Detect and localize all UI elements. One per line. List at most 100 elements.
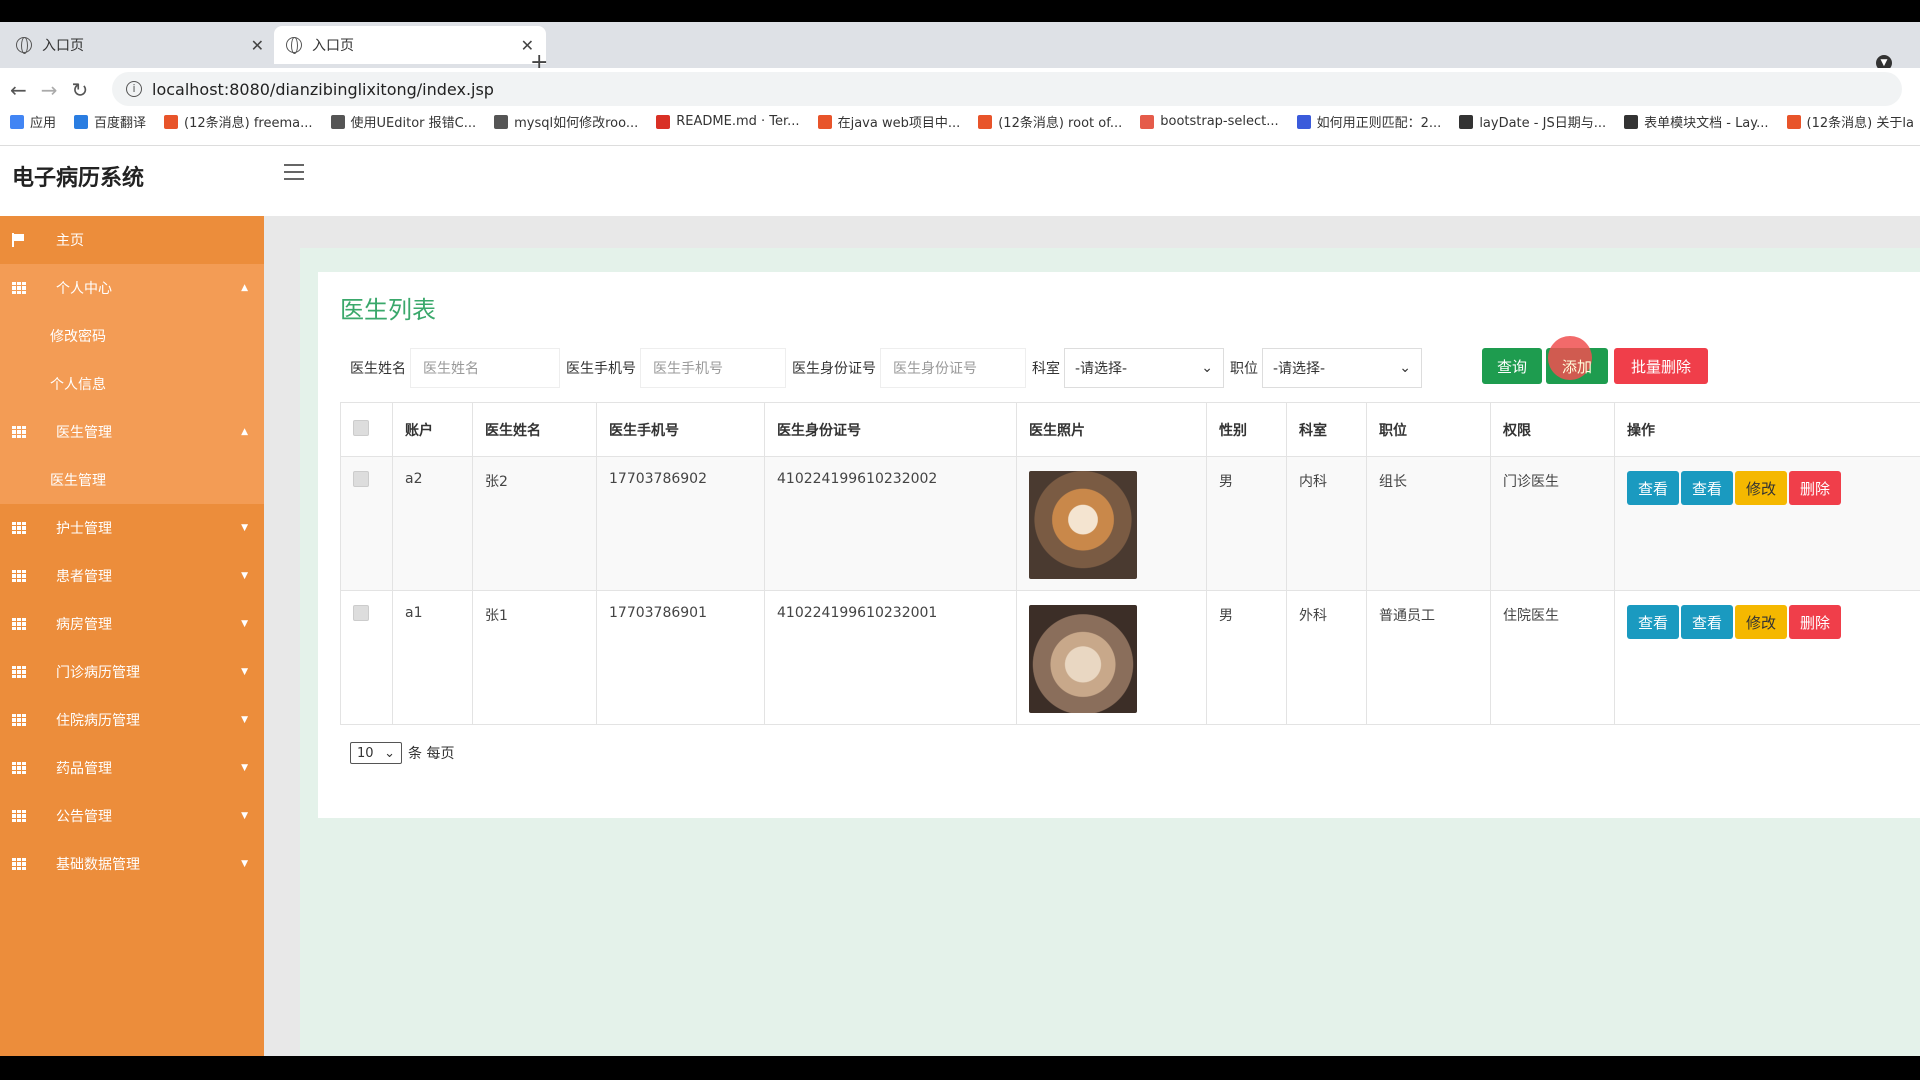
select-all-checkbox[interactable] xyxy=(353,419,369,436)
col-idcard: 医生身份证号 xyxy=(764,402,1017,457)
sidebar: 主页 个人中心 ▲ 修改密码 个人信息 医生管理 ▲ 医生管理 护士管理 ▼ 患者管理 ▼ 病房管理 ▼ 门… xyxy=(0,216,264,1056)
row-select-cell xyxy=(340,590,393,725)
position-filter-select[interactable]: -请选择- ⌄ xyxy=(1262,348,1422,388)
caret-down-icon: ▼ xyxy=(241,571,248,581)
cell-role: 门诊医生 xyxy=(1490,456,1615,591)
sidebar-item[interactable]: 门诊病历管理 ▼ xyxy=(0,648,264,696)
cell-photo xyxy=(1016,456,1207,591)
add-button[interactable]: 添加 xyxy=(1546,336,1608,384)
bookmark-item[interactable]: (12条消息) freema... xyxy=(164,112,313,131)
bookmark-icon xyxy=(494,114,509,129)
info-icon[interactable]: i xyxy=(126,81,142,97)
bookmark-item[interactable]: (12条消息) root of... xyxy=(978,112,1122,131)
bookmark-item[interactable]: 使用UEditor 报错C... xyxy=(330,112,476,131)
page-title: 医生列表 xyxy=(340,296,436,324)
back-icon[interactable]: ← xyxy=(10,78,27,102)
tab-title: 入口页 xyxy=(312,38,354,54)
page-size-select[interactable]: 10 ⌄ xyxy=(350,742,402,764)
cell-photo xyxy=(1016,590,1207,725)
idcard-filter-input[interactable]: 医生身份证号 xyxy=(880,348,1026,388)
screen-bottom-border xyxy=(0,1056,1920,1080)
bookmark-label: 表单模块文档 - Lay... xyxy=(1644,116,1769,131)
bookmark-item[interactable]: layDate - JS日期与... xyxy=(1459,112,1606,131)
bookmark-item[interactable]: 在java web项目中... xyxy=(817,112,960,131)
grid-icon xyxy=(12,618,26,630)
tab-title: 入口页 xyxy=(42,38,84,54)
bookmark-label: (12条消息) 关于la xyxy=(1806,116,1914,131)
shiba-dog-photo[interactable] xyxy=(1029,471,1137,579)
bookmark-icon xyxy=(1786,114,1801,129)
name-filter-input[interactable]: 医生姓名 xyxy=(410,348,560,388)
bulk-delete-button[interactable]: 批量删除 xyxy=(1614,348,1708,384)
table-row: a1 张1 17703786901 410224199610232001 男外科 普通员工… xyxy=(340,590,1920,725)
reload-icon[interactable]: ↻ xyxy=(72,78,89,102)
cell-account: a1 xyxy=(392,590,473,725)
bookmark-icon xyxy=(978,114,993,129)
bookmark-label: 百度翻译 xyxy=(94,116,147,131)
address-bar[interactable]: i localhost:8080/dianzibinglixitong/inde… xyxy=(112,72,1902,106)
view-button[interactable]: 查看 xyxy=(1627,471,1679,505)
cell-idcard: 410224199610232001 xyxy=(764,590,1017,725)
view-button-2[interactable]: 查看 xyxy=(1681,605,1733,639)
sidebar-item[interactable]: 基础数据管理 ▼ xyxy=(0,840,264,888)
sidebar-item-label: 个人中心 xyxy=(56,281,112,297)
sidebar-item[interactable]: 公告管理 ▼ xyxy=(0,792,264,840)
grid-icon xyxy=(12,282,26,294)
bookmark-item[interactable]: 表单模块文档 - Lay... xyxy=(1624,112,1769,131)
position-filter-value: -请选择- xyxy=(1273,361,1326,377)
cell-gender: 男 xyxy=(1206,456,1287,591)
dept-filter-select[interactable]: -请选择- ⌄ xyxy=(1064,348,1224,388)
phone-filter-input[interactable]: 医生手机号 xyxy=(640,348,786,388)
sidebar-subitem[interactable]: 医生管理 xyxy=(0,456,264,504)
menu-toggle-icon[interactable] xyxy=(284,164,304,180)
sidebar-item[interactable]: 个人中心 ▲ xyxy=(0,264,264,312)
bookmark-item[interactable]: 如何用正则匹配：2... xyxy=(1296,112,1441,131)
browser-tab-1[interactable]: 入口页 ✕ xyxy=(4,26,276,64)
sidebar-item-label: 住院病历管理 xyxy=(56,713,140,729)
bookmark-item[interactable]: 百度翻译 xyxy=(74,112,146,131)
bookmark-item[interactable]: 应用 xyxy=(10,112,56,131)
sidebar-subitem[interactable]: 个人信息 xyxy=(0,360,264,408)
sidebar-item[interactable]: 护士管理 ▼ xyxy=(0,504,264,552)
browser-tab-2[interactable]: 入口页 ✕ xyxy=(274,26,546,64)
sidebar-item-label: 公告管理 xyxy=(56,809,112,825)
sidebar-item-label: 医生管理 xyxy=(56,425,112,441)
cat-photo[interactable] xyxy=(1029,605,1137,713)
sidebar-item[interactable]: 病房管理 ▼ xyxy=(0,600,264,648)
delete-button[interactable]: 删除 xyxy=(1789,605,1841,639)
grid-icon xyxy=(12,714,26,726)
bookmark-item[interactable]: (12条消息) 关于la xyxy=(1786,112,1914,131)
sidebar-item[interactable]: 主页 xyxy=(0,216,264,264)
cell-role: 住院医生 xyxy=(1490,590,1615,725)
bookmark-item[interactable]: bootstrap-select... xyxy=(1140,112,1279,131)
phone-filter-label: 医生手机号 xyxy=(566,361,636,377)
query-button[interactable]: 查询 xyxy=(1482,348,1542,384)
bookmark-item[interactable]: mysql如何修改roo... xyxy=(494,112,638,131)
dept-filter-value: -请选择- xyxy=(1075,361,1128,377)
bookmark-item[interactable]: README.md · Ter... xyxy=(656,112,800,131)
sidebar-item-label: 护士管理 xyxy=(56,521,112,537)
cell-gender: 男 xyxy=(1206,590,1287,725)
sidebar-item-label: 主页 xyxy=(56,233,84,249)
close-icon[interactable]: ✕ xyxy=(251,36,264,55)
url-text: localhost:8080/dianzibinglixitong/index.… xyxy=(152,79,494,99)
bookmark-icon xyxy=(1624,114,1639,129)
sidebar-item[interactable]: 医生管理 ▲ xyxy=(0,408,264,456)
grid-icon xyxy=(12,810,26,822)
row-checkbox[interactable] xyxy=(353,605,369,621)
sidebar-item[interactable]: 住院病历管理 ▼ xyxy=(0,696,264,744)
row-checkbox[interactable] xyxy=(353,471,369,487)
delete-button[interactable]: 删除 xyxy=(1789,471,1841,505)
edit-button[interactable]: 修改 xyxy=(1735,471,1787,505)
select-all-cell xyxy=(340,402,393,457)
view-button-2[interactable]: 查看 xyxy=(1681,471,1733,505)
col-role: 权限 xyxy=(1490,402,1615,457)
bookmark-label: 应用 xyxy=(30,116,57,131)
forward-icon[interactable]: → xyxy=(41,78,58,102)
sidebar-item[interactable]: 患者管理 ▼ xyxy=(0,552,264,600)
sidebar-item[interactable]: 药品管理 ▼ xyxy=(0,744,264,792)
cell-phone: 17703786902 xyxy=(596,456,765,591)
edit-button[interactable]: 修改 xyxy=(1735,605,1787,639)
view-button[interactable]: 查看 xyxy=(1627,605,1679,639)
sidebar-subitem[interactable]: 修改密码 xyxy=(0,312,264,360)
